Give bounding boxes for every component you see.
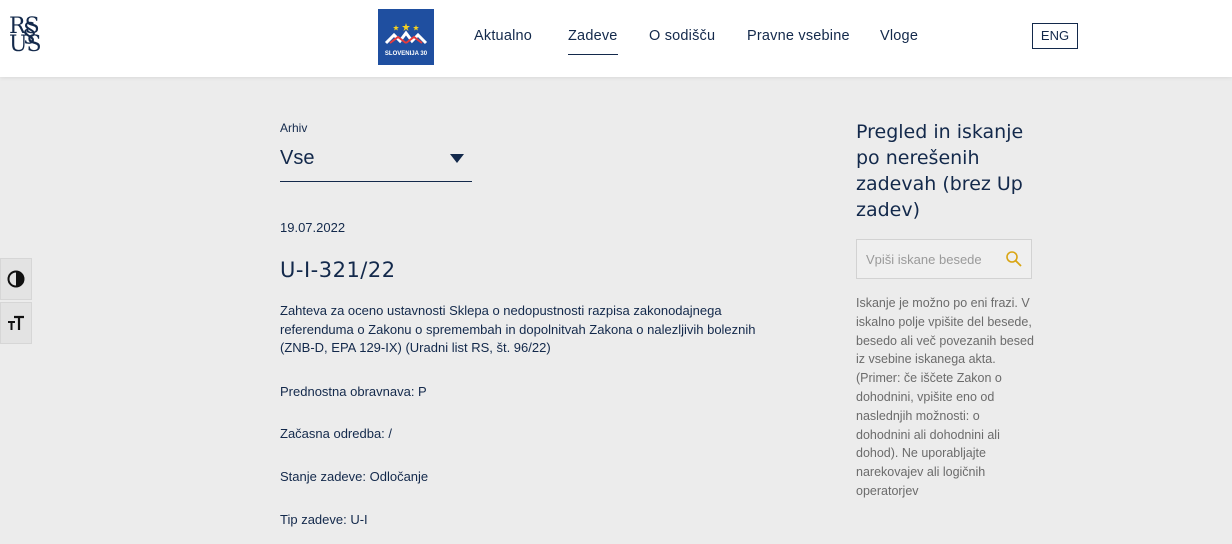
slovenia-30-badge[interactable]: SLOVENIJA 30	[378, 9, 434, 65]
badge-label: SLOVENIJA 30	[384, 51, 428, 57]
language-toggle-button[interactable]: ENG	[1032, 23, 1078, 49]
text-size-button[interactable]	[0, 302, 32, 344]
archive-label: Arhiv	[280, 121, 308, 135]
search-help-text: Iskanje je možno po eni frazi. V iskalno…	[856, 296, 1034, 498]
accessibility-toolbar	[0, 258, 32, 346]
case-priority: Prednostna obravnava: P	[280, 384, 427, 399]
case-date: 19.07.2022	[280, 220, 346, 235]
nav-item-pravne-vsebine[interactable]: Pravne vsebine	[747, 28, 850, 44]
case-status: Stanje zadeve: Odločanje	[280, 469, 429, 484]
archive-dropdown[interactable]: Vse	[280, 140, 472, 182]
case-type: Tip zadeve: U-I	[280, 512, 368, 527]
nav-item-vloge[interactable]: Vloge	[880, 28, 918, 44]
contrast-toggle-button[interactable]	[0, 258, 32, 300]
nav-item-o-sodiscu[interactable]: O sodišču	[649, 28, 715, 44]
court-logo[interactable]: RS § US	[9, 14, 49, 58]
archive-selected-value: Vse	[280, 147, 315, 169]
case-description: Zahteva za oceno ustavnosti Sklepa o ned…	[280, 303, 756, 355]
search-input[interactable]	[857, 240, 997, 278]
contrast-icon	[7, 270, 25, 288]
search-box	[856, 239, 1032, 279]
case-interim-order: Začasna odredba: /	[280, 426, 393, 441]
site-header: RS § US SLOVENIJA 30 Aktualno Zadeve O s…	[0, 0, 1232, 77]
sidebar-heading: Pregled in iskanje po nerešenih zadevah …	[856, 121, 1024, 221]
logo-text-bottom: US	[9, 32, 42, 57]
case-title[interactable]: U-I-321/22	[280, 258, 396, 282]
text-size-icon	[8, 315, 24, 330]
nav-item-aktualno[interactable]: Aktualno	[474, 28, 532, 44]
nav-item-zadeve[interactable]: Zadeve	[568, 28, 618, 55]
search-icon[interactable]	[1005, 250, 1023, 268]
chevron-down-icon	[450, 154, 464, 163]
mountain-stars-icon	[384, 23, 428, 45]
